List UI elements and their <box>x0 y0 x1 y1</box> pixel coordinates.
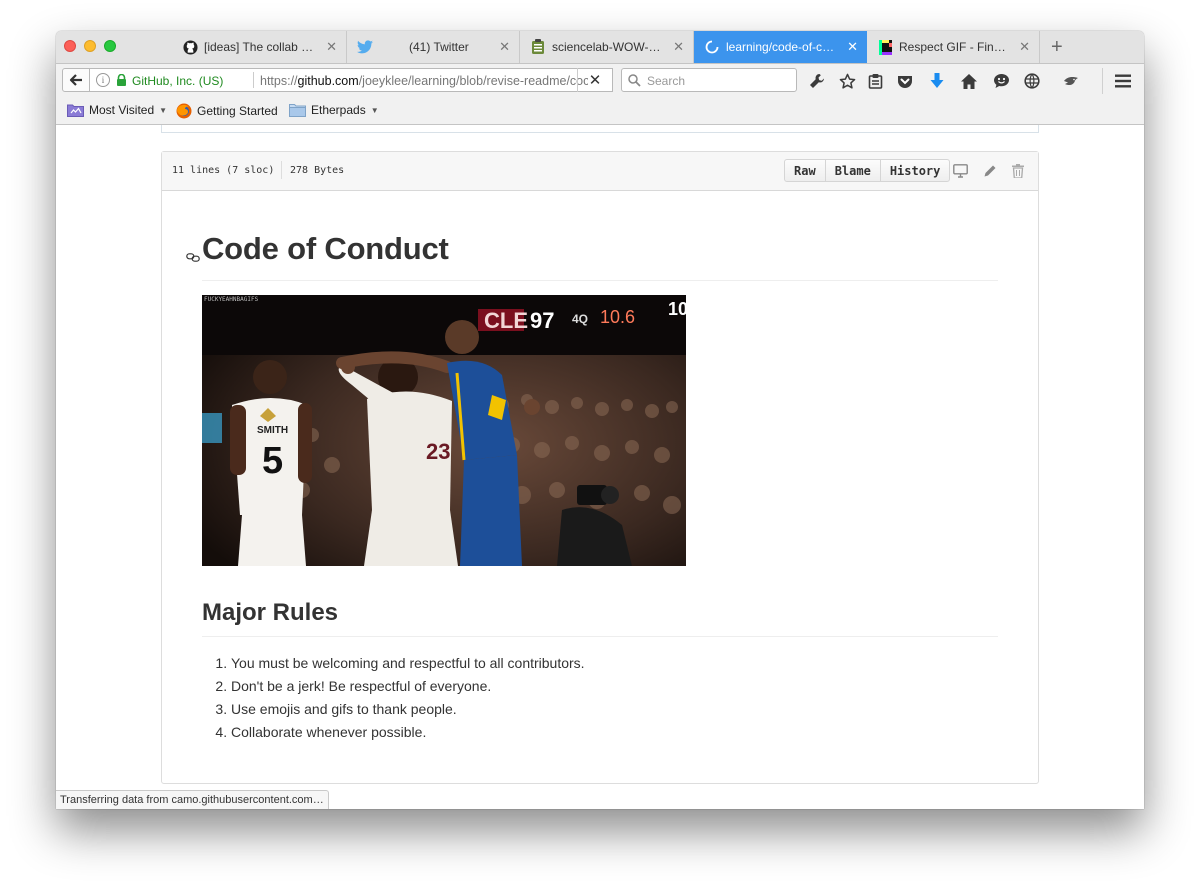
divider <box>202 280 998 281</box>
basketball-scene-illustration: CLE 97 4Q 10.6 10 SMITH 5 23 <box>202 295 686 566</box>
zoom-window-button[interactable] <box>104 40 116 52</box>
pocket-icon[interactable] <box>896 72 914 90</box>
minimize-window-button[interactable] <box>84 40 96 52</box>
firefox-icon <box>176 103 192 119</box>
bookmark-etherpads[interactable]: Etherpads ▼ <box>289 103 379 117</box>
bookmarks-menu-icon[interactable] <box>866 72 884 90</box>
separator <box>253 72 254 88</box>
section-heading: Major Rules <box>202 599 339 626</box>
bookmark-getting-started[interactable]: Getting Started <box>176 103 278 119</box>
svg-text:4Q: 4Q <box>572 312 588 326</box>
globe-extension-icon[interactable] <box>1023 72 1041 90</box>
back-arrow-icon <box>69 74 82 86</box>
trash-icon[interactable] <box>1010 163 1026 179</box>
desktop-icon[interactable] <box>952 163 968 179</box>
twitter-icon <box>357 39 373 55</box>
status-panel: Transferring data from camo.githubuserco… <box>56 790 329 809</box>
link-anchor-icon[interactable] <box>186 249 200 267</box>
list-item: Don't be a jerk! Be respectful of everyo… <box>231 675 585 698</box>
search-input[interactable]: Search <box>621 68 797 92</box>
tab-respect-gif[interactable]: Respect GIF - Find … ✕ <box>867 31 1040 63</box>
lock-icon <box>116 73 127 89</box>
close-window-button[interactable] <box>64 40 76 52</box>
url-text[interactable]: https://github.com/joeyklee/learning/blo… <box>260 74 588 88</box>
svg-text:5: 5 <box>262 440 283 482</box>
bookmark-label: Etherpads <box>311 103 366 117</box>
site-info-icon[interactable]: i <box>96 73 110 87</box>
list-item: You must be welcoming and respectful to … <box>231 652 585 675</box>
rules-list: You must be welcoming and respectful to … <box>202 652 585 744</box>
search-icon <box>628 74 641 87</box>
svg-text:10.6: 10.6 <box>600 307 635 327</box>
toolbar-separator <box>1102 68 1103 94</box>
page-title: Code of Conduct <box>202 231 449 266</box>
site-identity: GitHub, Inc. (US) <box>132 74 224 88</box>
page-content: 11 lines (7 sloc) 278 Bytes Raw Blame Hi… <box>56 125 1144 809</box>
svg-text:97: 97 <box>530 308 554 333</box>
svg-text:10: 10 <box>668 299 686 319</box>
bookmark-most-visited[interactable]: Most Visited ▼ <box>67 103 167 117</box>
bookmark-label: Most Visited <box>89 103 155 117</box>
separator <box>281 161 282 179</box>
wrench-icon[interactable] <box>808 72 826 90</box>
history-button[interactable]: History <box>879 159 951 182</box>
file-actions: Raw Blame History <box>784 159 951 182</box>
github-icon <box>182 39 198 55</box>
new-tab-button[interactable]: + <box>1051 36 1063 59</box>
file-header: 11 lines (7 sloc) 278 Bytes Raw Blame Hi… <box>162 152 1038 191</box>
file-line-count: 11 lines (7 sloc) <box>172 165 275 176</box>
close-icon[interactable]: ✕ <box>499 39 510 55</box>
list-item: Collaborate whenever possible. <box>231 721 585 744</box>
tab-title: Respect GIF - Find … <box>899 40 1011 54</box>
download-arrow-icon[interactable] <box>928 72 946 90</box>
tab-title: sciencelab-WOW-git… <box>552 40 665 54</box>
close-icon[interactable]: ✕ <box>847 39 858 55</box>
search-placeholder: Search <box>647 74 686 88</box>
loading-icon <box>704 39 720 55</box>
tab-title: learning/code-of-co… <box>726 40 839 54</box>
etherpad-icon <box>530 39 546 55</box>
url-bar[interactable]: i GitHub, Inc. (US) https://github.com/j… <box>90 68 613 92</box>
bookmark-star-icon[interactable] <box>838 72 856 90</box>
bookmarks-toolbar: Most Visited ▼ Getting Started Etherpads… <box>56 98 1144 125</box>
svg-text:CLE: CLE <box>484 308 528 333</box>
tab-strip: [ideas] The collab co… ✕ (41) Twitter ✕ … <box>56 31 1144 64</box>
close-icon[interactable]: ✕ <box>673 39 684 55</box>
extension-bird-icon[interactable] <box>1062 72 1080 90</box>
stop-loading-button[interactable]: ✕ <box>577 68 612 92</box>
hello-smiley-icon[interactable] <box>992 72 1010 90</box>
navigation-toolbar: i GitHub, Inc. (US) https://github.com/j… <box>56 64 1144 98</box>
tab-ideas[interactable]: [ideas] The collab co… ✕ <box>172 31 347 63</box>
file-viewer: 11 lines (7 sloc) 278 Bytes Raw Blame Hi… <box>161 151 1039 784</box>
blame-button[interactable]: Blame <box>824 159 881 182</box>
tab-title: [ideas] The collab co… <box>204 40 318 54</box>
respect-gif-image: CLE 97 4Q 10.6 10 SMITH 5 23 FUCKYEAHNBA… <box>202 295 686 566</box>
tab-twitter[interactable]: (41) Twitter ✕ <box>347 31 520 63</box>
close-icon[interactable]: ✕ <box>326 39 337 55</box>
folder-icon <box>289 104 306 117</box>
tab-title: (41) Twitter <box>409 40 469 54</box>
chevron-down-icon: ▼ <box>159 105 168 115</box>
tab-sciencelab[interactable]: sciencelab-WOW-git… ✕ <box>520 31 694 63</box>
hamburger-menu-icon[interactable] <box>1114 72 1132 90</box>
bookmark-label: Getting Started <box>197 104 278 118</box>
giphy-icon <box>877 39 893 55</box>
svg-text:23: 23 <box>426 439 450 464</box>
most-visited-folder-icon <box>67 104 84 117</box>
svg-text:SMITH: SMITH <box>257 425 288 436</box>
list-item: Use emojis and gifs to thank people. <box>231 698 585 721</box>
file-size: 278 Bytes <box>290 165 345 176</box>
divider <box>202 636 998 637</box>
browser-window: [ideas] The collab co… ✕ (41) Twitter ✕ … <box>56 31 1144 809</box>
home-icon[interactable] <box>960 72 978 90</box>
close-icon[interactable]: ✕ <box>1019 39 1030 55</box>
pencil-icon[interactable] <box>982 163 998 179</box>
chevron-down-icon: ▼ <box>370 105 379 115</box>
previous-commit-box <box>161 125 1039 133</box>
gif-watermark: FUCKYEAHNBAGIFS <box>204 296 259 303</box>
tab-learning-code-of-conduct[interactable]: learning/code-of-co… ✕ <box>694 31 867 63</box>
back-button[interactable] <box>62 68 90 92</box>
raw-button[interactable]: Raw <box>784 159 826 182</box>
